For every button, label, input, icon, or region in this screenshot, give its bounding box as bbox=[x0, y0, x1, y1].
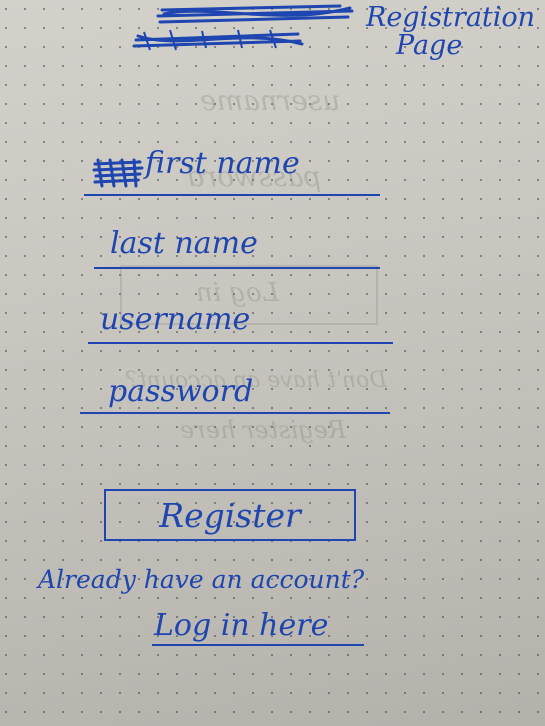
page-title: Registration Page bbox=[366, 4, 536, 59]
ghost-register-here-text: Register here bbox=[180, 416, 346, 444]
crossed-out-scribble-first-name bbox=[92, 158, 144, 188]
ghost-username-text: username bbox=[200, 84, 341, 117]
log-in-here-link[interactable]: Log in here bbox=[154, 608, 328, 643]
last-name-line[interactable] bbox=[94, 267, 380, 269]
first-name-label: first name bbox=[145, 146, 300, 181]
register-button[interactable]: Register bbox=[104, 489, 356, 541]
last-name-label: last name bbox=[110, 226, 258, 261]
first-name-line[interactable] bbox=[84, 194, 380, 196]
username-line[interactable] bbox=[88, 342, 393, 344]
log-in-link-underline bbox=[152, 644, 364, 646]
crossed-out-scribble bbox=[132, 4, 354, 51]
password-line[interactable] bbox=[80, 412, 390, 414]
page-title-line1: Registration bbox=[366, 2, 536, 33]
username-label: username bbox=[100, 302, 251, 337]
page-title-line2: Page bbox=[396, 29, 463, 61]
password-label: password bbox=[108, 374, 254, 409]
already-have-account-text: Already have an account? bbox=[38, 565, 365, 594]
